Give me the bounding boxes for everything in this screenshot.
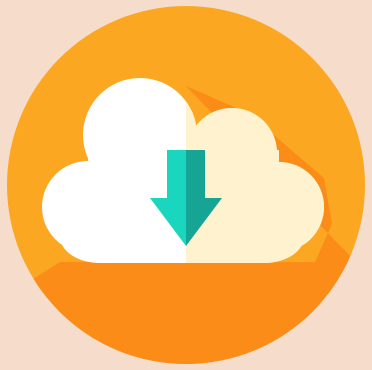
cloud-download-svg — [0, 0, 372, 370]
cloud-download-illustration — [0, 0, 372, 370]
